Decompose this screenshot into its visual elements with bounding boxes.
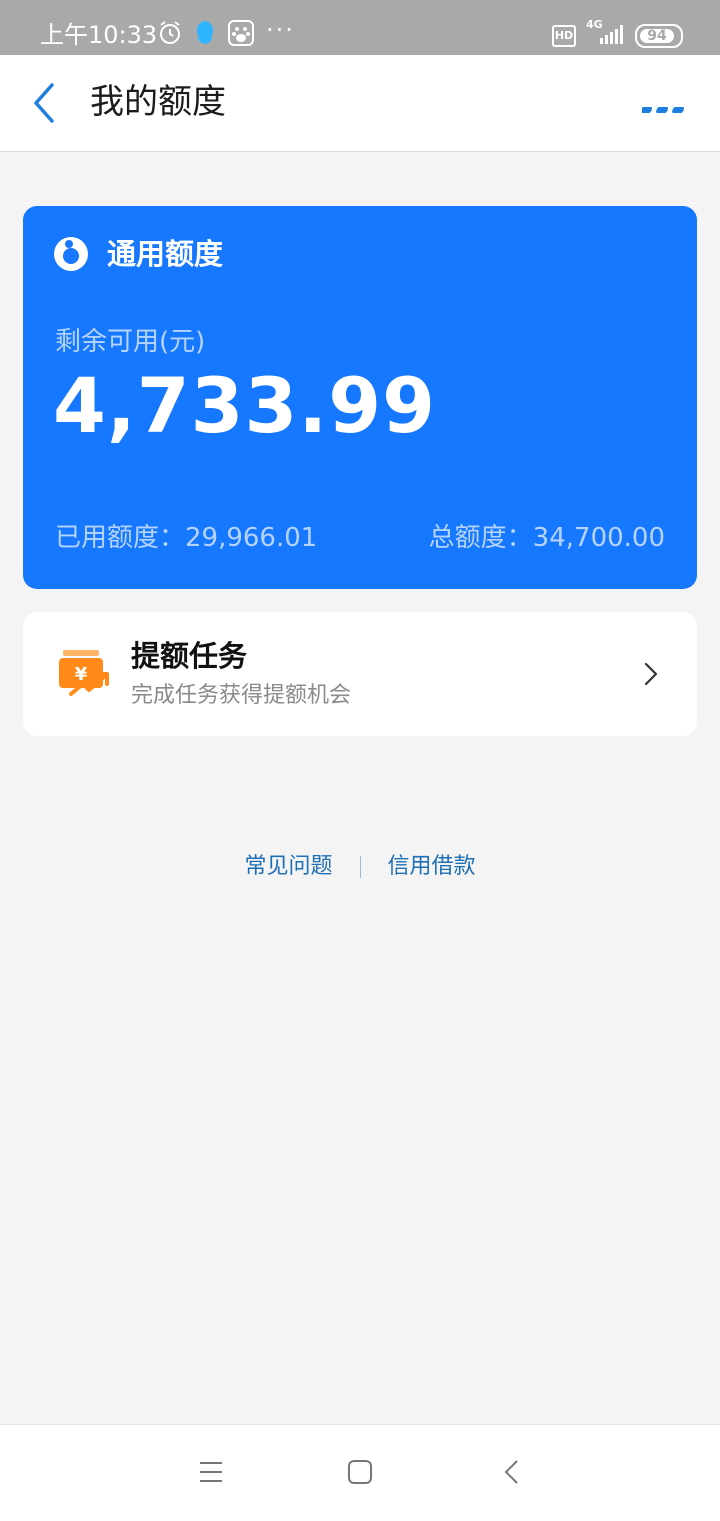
chevron-right-icon [643,661,659,691]
total-amount: 总额度：34,700.00 [428,523,665,553]
page-title: 我的额度 [90,82,226,122]
hd-badge: HD [552,25,576,47]
card-title: 通用额度 [107,237,224,271]
status-time: 上午10:33 [40,21,158,49]
alarm-icon [158,20,182,50]
task-title: 提额任务 [131,639,248,673]
qq-icon [194,20,216,52]
credit-loan-link[interactable]: 信用借款 [388,850,476,884]
faq-link[interactable]: 常见问题 [244,850,332,884]
baidu-icon [228,20,254,50]
signal-icon [598,24,624,48]
credit-card: 通用额度 剩余可用(元) 4,733.99 已用额度：29,966.01 总额度… [23,206,697,589]
menu-icon[interactable] [198,1459,224,1489]
status-bar: 上午10:33 ··· HD 4G 94 [0,0,720,55]
back-icon[interactable] [502,1459,522,1489]
battery-icon: 94 [635,24,683,48]
limit-task-entry[interactable]: ¥ 提额任务 完成任务获得提额机会 [23,612,697,736]
link-divider [359,856,361,878]
system-nav-bar [0,1424,720,1521]
alipay-logo-icon [53,236,89,272]
footer-links: 常见问题 信用借款 [0,850,720,884]
available-amount: 4,733.99 [53,361,437,450]
more-dots-icon: ··· [266,16,295,44]
used-amount: 已用额度：29,966.01 [55,523,318,553]
home-icon[interactable] [347,1459,373,1489]
nav-bar: 我的额度 [0,55,720,152]
money-boost-icon: ¥ [57,648,109,700]
svg-text:¥: ¥ [75,664,88,685]
task-subtitle: 完成任务获得提额机会 [131,683,352,708]
back-chevron-icon[interactable] [28,81,58,129]
battery-level: 94 [640,29,674,43]
available-label: 剩余可用(元) [55,327,206,357]
more-icon[interactable] [640,99,686,118]
